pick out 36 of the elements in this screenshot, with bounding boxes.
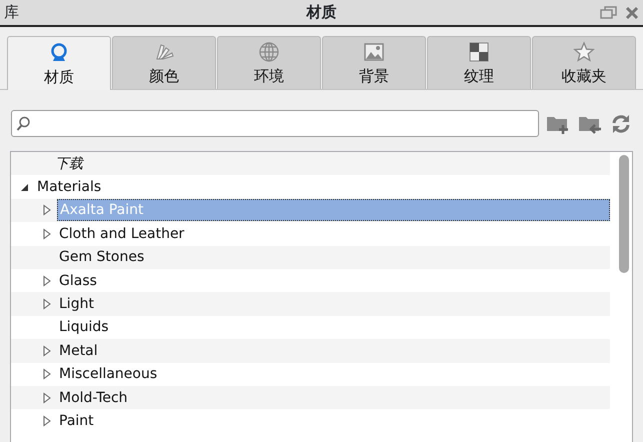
collapsed-arrow-icon[interactable] xyxy=(42,414,52,427)
collapsed-arrow-icon[interactable] xyxy=(42,298,52,310)
checker-icon xyxy=(468,40,490,62)
tree-item[interactable]: Light xyxy=(57,294,96,314)
tab[interactable]: 环境 xyxy=(217,36,321,89)
collapsed-arrow-icon[interactable] xyxy=(42,204,52,216)
restore-icon[interactable] xyxy=(600,6,617,19)
tree-item[interactable]: Gem Stones xyxy=(57,247,146,268)
tree-item[interactable]: Cloth and Leather xyxy=(57,224,186,244)
tree-item[interactable]: 下载 xyxy=(53,154,85,174)
tab[interactable]: 颜色 xyxy=(112,36,216,89)
scrollbar-thumb[interactable] xyxy=(619,155,629,273)
tab[interactable]: 背景 xyxy=(322,36,426,89)
collapsed-arrow-icon[interactable] xyxy=(42,274,52,287)
search-icon xyxy=(16,116,30,132)
panel-title: 材质 xyxy=(306,2,336,24)
collapsed-arrow-icon[interactable] xyxy=(42,344,52,357)
image-icon xyxy=(363,40,385,62)
tree-item[interactable]: Miscellaneous xyxy=(57,364,160,384)
tree-item[interactable]: Liquids xyxy=(57,317,111,338)
tree-item[interactable]: Paint xyxy=(57,410,96,431)
tab[interactable]: 材质 xyxy=(7,36,111,90)
tree-item[interactable]: Materials xyxy=(35,177,104,198)
collapsed-arrow-icon[interactable] xyxy=(42,228,52,240)
tree-item[interactable]: Metal xyxy=(57,340,100,361)
collapsed-arrow-icon[interactable] xyxy=(42,392,52,404)
close-icon[interactable] xyxy=(625,6,639,20)
globe-icon xyxy=(258,40,280,62)
collapsed-arrow-icon[interactable] xyxy=(42,368,52,380)
tree-item[interactable]: Mold-Tech xyxy=(57,388,130,408)
library-label: 库 xyxy=(4,2,19,24)
tree-item[interactable]: Glass xyxy=(57,270,99,291)
tab[interactable]: 纹理 xyxy=(427,36,531,89)
search-field[interactable] xyxy=(11,110,539,137)
tab[interactable]: 收藏夹 xyxy=(532,36,636,89)
star-icon xyxy=(573,40,595,62)
